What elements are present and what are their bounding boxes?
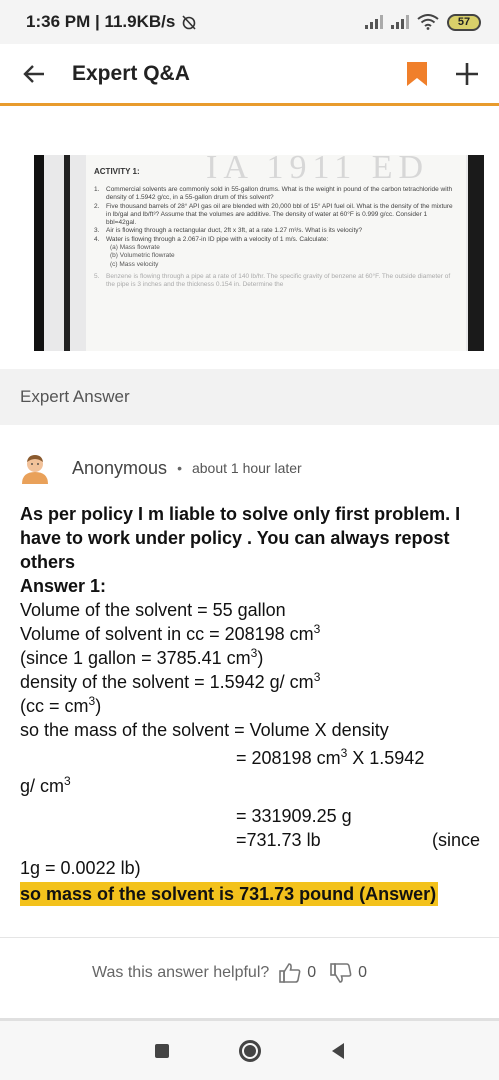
question-item: 3. Air is flowing through a rectangular … <box>94 227 363 235</box>
thumbs-down-icon[interactable] <box>330 962 352 984</box>
final-answer: so mass of the solvent is 731.73 pound (… <box>20 882 439 906</box>
expert-answer-header: Expert Answer <box>0 369 499 425</box>
nav-back-icon[interactable] <box>331 1042 344 1059</box>
answer-line: (cc = cm3) <box>20 694 102 716</box>
answer-line: = 331909.25 g <box>236 806 352 826</box>
photo-edge-mid <box>64 155 70 351</box>
question-item: 1. Commercial solvents are commonly sold… <box>94 186 453 202</box>
likes-count: 0 <box>307 964 317 981</box>
photo-edge-right <box>468 155 484 351</box>
bookmark-icon[interactable] <box>407 62 427 86</box>
answer-line: Volume of solvent in cc = 208198 cm3 <box>20 622 321 644</box>
answer-heading: Answer 1: <box>20 576 107 596</box>
answer-line: =731.73 lb (since <box>236 830 480 850</box>
question-sub-item: (a) Mass flowrate <box>110 244 160 252</box>
divider <box>0 937 499 938</box>
status-right: 57 <box>365 13 481 31</box>
wifi-icon <box>417 14 439 30</box>
answer-line: Volume of the solvent = 55 gallon <box>20 600 286 620</box>
status-left: 1:36 PM | 11.9KB/s <box>26 12 197 32</box>
question-sub-item: (c) Mass velocity <box>110 260 159 268</box>
question-heading: ACTIVITY 1: <box>94 167 140 176</box>
status-time-speed: 1:36 PM | 11.9KB/s <box>26 12 176 31</box>
page-title: Expert Q&A <box>72 61 190 85</box>
question-item: 4. Water is flowing through a 2.067-in I… <box>94 235 329 243</box>
answer-line: 1g = 0.0022 lb) <box>20 858 141 878</box>
battery-icon: 57 <box>447 13 481 31</box>
answer-line: (since 1 gallon = 3785.41 cm3) <box>20 646 264 668</box>
answer-line: g/ cm3 <box>20 774 71 796</box>
signal-icon <box>365 15 383 29</box>
question-sub-item: (b) Volumetric flowrate <box>110 252 175 260</box>
separator-dot: • <box>177 460 182 476</box>
answer-body: As per policy I m liable to solve only f… <box>20 502 480 906</box>
question-item: 2. Five thousand barrels of 28° API gas … <box>94 202 453 227</box>
policy-text: As per policy I m liable to solve only f… <box>20 504 461 572</box>
home-icon[interactable] <box>239 1039 262 1062</box>
add-icon[interactable] <box>453 60 481 88</box>
question-image[interactable]: IA 1911 ED ACTIVITY 1: 1. Commercial sol… <box>34 155 484 351</box>
signal-icon-2 <box>391 15 409 29</box>
question-paper: IA 1911 ED ACTIVITY 1: 1. Commercial sol… <box>86 155 466 351</box>
avatar <box>22 455 48 484</box>
author-name: Anonymous <box>72 457 168 478</box>
alarm-off-icon <box>182 15 196 30</box>
answer-author: Anonymous • about 1 hour later <box>20 448 480 488</box>
question-area: IA 1911 ED ACTIVITY 1: 1. Commercial sol… <box>0 109 499 365</box>
back-arrow-icon[interactable] <box>20 60 48 88</box>
status-bar: 1:36 PM | 11.9KB/s 57 <box>0 0 499 44</box>
answer-line: = 208198 cm3 X 1.5942 <box>236 746 425 768</box>
thumbs-up-icon[interactable] <box>279 962 301 984</box>
dislikes-count: 0 <box>358 964 368 981</box>
helpful-row: Was this answer helpful? 0 0 <box>92 958 381 988</box>
question-item-faded: 5. Benzene is flowing through a pipe at … <box>94 272 451 289</box>
answer-time: about 1 hour later <box>191 460 302 476</box>
helpful-question: Was this answer helpful? <box>92 964 270 981</box>
photo-edge-left <box>34 155 44 351</box>
answer-line: so the mass of the solvent = Volume X de… <box>20 720 389 740</box>
system-nav-bar <box>0 1021 499 1080</box>
recent-apps-icon[interactable] <box>155 1043 170 1058</box>
app-bar: Expert Q&A <box>0 44 499 106</box>
answer-line: density of the solvent = 1.5942 g/ cm3 <box>20 670 321 692</box>
